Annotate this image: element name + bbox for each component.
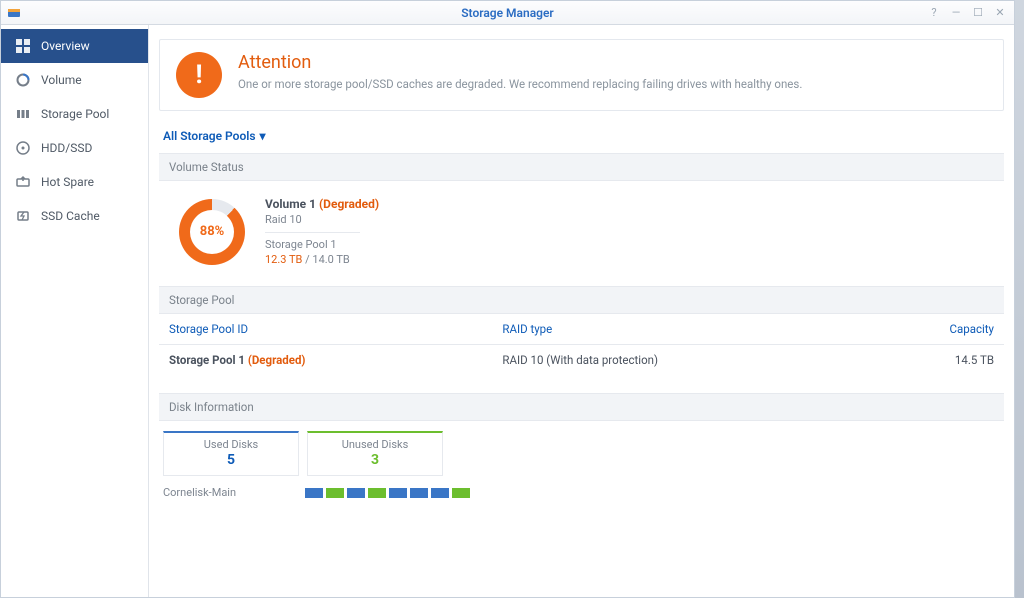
hot-spare-icon <box>15 175 31 189</box>
disk-slot-used[interactable] <box>347 488 365 498</box>
disk-slot-unused[interactable] <box>452 488 470 498</box>
disk-slot-used[interactable] <box>410 488 428 498</box>
ssd-cache-icon <box>15 209 31 223</box>
titlebar: Storage Manager ? — ☐ ✕ <box>1 1 1014 25</box>
section-volume-status: Volume Status <box>159 153 1004 181</box>
pool-capacity: 14.5 TB <box>867 345 1004 376</box>
sidebar-item-hdd-ssd[interactable]: HDD/SSD <box>1 131 148 165</box>
pool-id: Storage Pool 1 <box>169 353 248 367</box>
hdd-ssd-icon <box>15 141 31 155</box>
sidebar-item-volume[interactable]: Volume <box>1 63 148 97</box>
volume-status-row[interactable]: 88% Volume 1 (Degraded) Raid 10 Storage … <box>159 181 1004 282</box>
help-button[interactable]: ? <box>926 5 942 21</box>
disk-slot-unused[interactable] <box>326 488 344 498</box>
col-raid-type[interactable]: RAID type <box>492 314 866 345</box>
volume-raid-type: Raid 10 <box>265 213 379 226</box>
unused-disks-count: 3 <box>308 452 442 468</box>
used-disks-count: 5 <box>164 452 298 468</box>
alert-title: Attention <box>238 52 802 73</box>
body: Overview Volume Storage Pool HDD/SSD <box>1 25 1014 597</box>
disk-host-name: Cornelisk-Main <box>163 486 303 499</box>
volume-icon <box>15 73 31 87</box>
pool-raid: RAID 10 (With data protection) <box>492 345 866 376</box>
volume-total: 14.0 TB <box>312 253 349 266</box>
obscured-edge <box>1015 0 1024 598</box>
section-disk-info: Disk Information <box>159 393 1004 421</box>
col-storage-pool-id[interactable]: Storage Pool ID <box>159 314 492 345</box>
window-title: Storage Manager <box>1 6 1014 20</box>
window-controls: ? — ☐ ✕ <box>926 5 1014 21</box>
storage-pool-table: Storage Pool ID RAID type Capacity Stora… <box>159 314 1004 375</box>
minimize-button[interactable]: — <box>948 5 964 21</box>
volume-sep: / <box>302 253 312 266</box>
pool-status: (Degraded) <box>248 353 306 367</box>
app-window: Storage Manager ? — ☐ ✕ Overview Volume <box>0 0 1015 598</box>
disk-slot-unused[interactable] <box>368 488 386 498</box>
chevron-down-icon: ▾ <box>260 129 266 143</box>
overview-icon <box>15 39 31 53</box>
volume-usage-donut: 88% <box>179 199 245 265</box>
col-capacity[interactable]: Capacity <box>867 314 1004 345</box>
pool-selector[interactable]: All Storage Pools ▾ <box>163 129 266 143</box>
section-storage-pool: Storage Pool <box>159 286 1004 314</box>
maximize-button[interactable]: ☐ <box>970 5 986 21</box>
used-disks-label: Used Disks <box>164 438 298 451</box>
sidebar-item-storage-pool[interactable]: Storage Pool <box>1 97 148 131</box>
sidebar-item-label: SSD Cache <box>41 209 100 223</box>
volume-used: 12.3 TB <box>265 253 302 266</box>
sidebar: Overview Volume Storage Pool HDD/SSD <box>1 25 149 597</box>
volume-name: Volume 1 <box>265 197 316 211</box>
sidebar-item-ssd-cache[interactable]: SSD Cache <box>1 199 148 233</box>
alert-text: Attention One or more storage pool/SSD c… <box>238 52 802 91</box>
sidebar-item-label: Storage Pool <box>41 107 109 121</box>
tab-unused-disks[interactable]: Unused Disks 3 <box>307 431 443 476</box>
sidebar-item-label: HDD/SSD <box>41 141 92 155</box>
volume-info: Volume 1 (Degraded) Raid 10 Storage Pool… <box>265 197 379 266</box>
sidebar-item-label: Volume <box>41 73 82 87</box>
volume-pool: Storage Pool 1 <box>265 238 379 251</box>
sidebar-item-hot-spare[interactable]: Hot Spare <box>1 165 148 199</box>
tab-used-disks[interactable]: Used Disks 5 <box>163 431 299 476</box>
alert-message: One or more storage pool/SSD caches are … <box>238 77 802 91</box>
unused-disks-label: Unused Disks <box>308 438 442 451</box>
app-icon <box>5 4 23 22</box>
disk-host-row: Cornelisk-Main <box>159 482 1004 509</box>
alert-icon: ! <box>176 52 222 98</box>
volume-status: (Degraded) <box>319 197 379 211</box>
storage-pool-icon <box>15 107 31 121</box>
sidebar-item-overview[interactable]: Overview <box>1 29 148 63</box>
table-row[interactable]: Storage Pool 1 (Degraded) RAID 10 (With … <box>159 345 1004 376</box>
main-content: ! Attention One or more storage pool/SSD… <box>149 25 1014 597</box>
disk-slot-strip <box>305 488 470 498</box>
disk-tabs: Used Disks 5 Unused Disks 3 <box>163 421 1004 482</box>
disk-slot-used[interactable] <box>431 488 449 498</box>
close-button[interactable]: ✕ <box>992 5 1008 21</box>
disk-slot-used[interactable] <box>305 488 323 498</box>
alert-attention: ! Attention One or more storage pool/SSD… <box>159 39 1004 111</box>
disk-slot-used[interactable] <box>389 488 407 498</box>
sidebar-item-label: Overview <box>41 39 90 53</box>
volume-percent: 88% <box>190 210 234 254</box>
sidebar-item-label: Hot Spare <box>41 175 94 189</box>
pool-selector-label: All Storage Pools <box>163 129 256 143</box>
